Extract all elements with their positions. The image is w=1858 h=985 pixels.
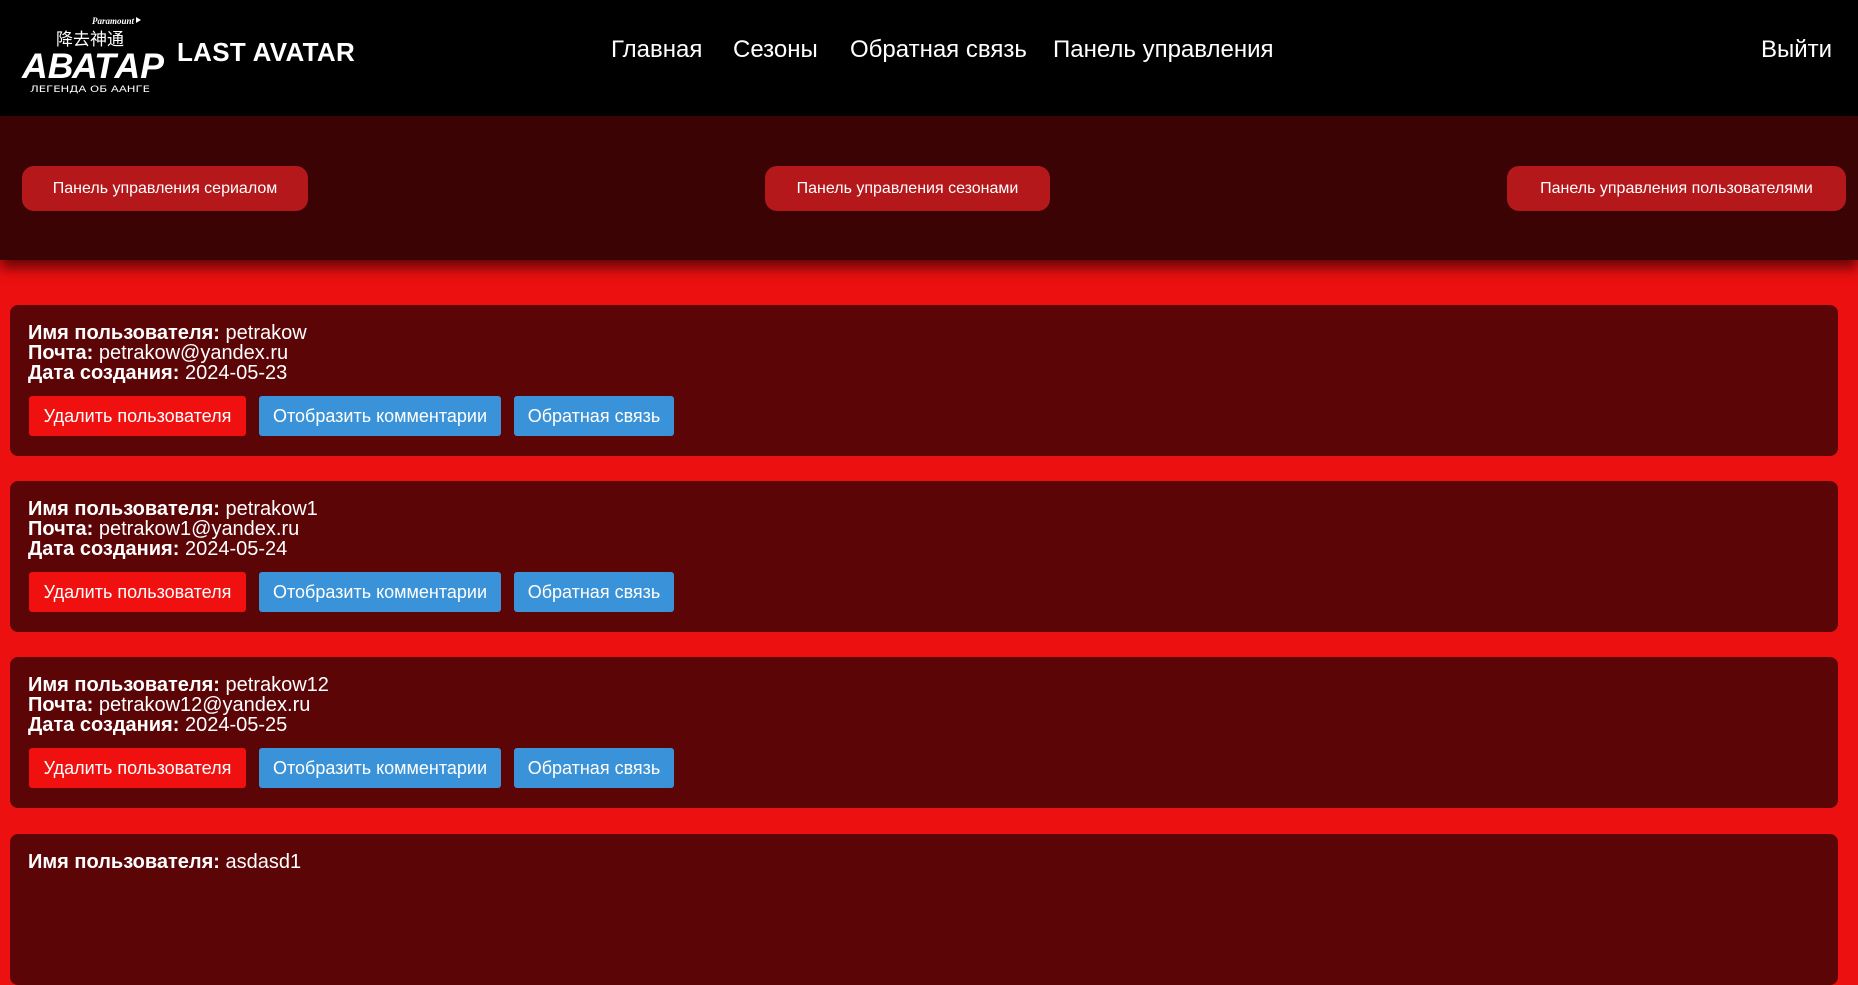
username-value: petrakow (225, 322, 307, 344)
logo-top-text: Paramount (92, 16, 135, 26)
feedback-button[interactable]: Обратная связь (514, 572, 674, 612)
created-row: Дата создания: 2024-05-24 (28, 538, 287, 561)
feedback-button[interactable]: Обратная связь (514, 748, 674, 788)
nav-control-panel[interactable]: Панель управления (1053, 36, 1273, 64)
nav-seasons[interactable]: Сезоны (733, 36, 818, 64)
delete-user-button[interactable]: Удалить пользователя (29, 396, 246, 436)
show-comments-button[interactable]: Отобразить комментарии (259, 572, 501, 612)
username-label: Имя пользователя: (28, 322, 220, 344)
username-value: asdasd1 (225, 851, 302, 873)
username-value: petrakow1 (225, 498, 318, 520)
logout-link[interactable]: Выйти (1761, 36, 1832, 64)
email-value: petrakow12@yandex.ru (98, 694, 311, 716)
seasons-panel-button[interactable]: Панель управления сезонами (765, 166, 1050, 211)
user-card: Имя пользователя: asdasd1 (10, 834, 1838, 985)
user-card: Имя пользователя: petrakow12 Почта: petr… (10, 657, 1838, 808)
username-label: Имя пользователя: (28, 498, 220, 520)
nav-feedback[interactable]: Обратная связь (850, 36, 1027, 64)
nav-home[interactable]: Главная (611, 36, 702, 64)
created-value: 2024-05-23 (184, 362, 288, 384)
avatar-logo[interactable]: Paramount 降去神通 АВАТАР ЛЕГЕНДА ОБ ААНГЕ (20, 12, 168, 96)
email-value: petrakow@yandex.ru (98, 342, 289, 364)
users-panel-button[interactable]: Панель управления пользователями (1507, 166, 1846, 211)
created-row: Дата создания: 2024-05-23 (28, 362, 287, 385)
user-card: Имя пользователя: petrakow1 Почта: petra… (10, 481, 1838, 632)
email-label: Почта: (28, 342, 94, 364)
username-value: petrakow12 (225, 674, 329, 696)
logo-sub-text: ЛЕГЕНДА ОБ ААНГЕ (30, 85, 150, 95)
site-header: Paramount 降去神通 АВАТАР ЛЕГЕНДА ОБ ААНГЕ L… (0, 0, 1858, 116)
created-value: 2024-05-25 (184, 714, 288, 736)
username-label: Имя пользователя: (28, 674, 220, 696)
created-label: Дата создания: (28, 538, 180, 560)
series-panel-button[interactable]: Панель управления сериалом (22, 166, 308, 211)
user-card: Имя пользователя: petrakow Почта: petrak… (10, 305, 1838, 456)
logo-play-icon (136, 17, 141, 23)
created-label: Дата создания: (28, 714, 180, 736)
show-comments-button[interactable]: Отобразить комментарии (259, 396, 501, 436)
created-label: Дата создания: (28, 362, 180, 384)
email-label: Почта: (28, 518, 94, 540)
feedback-button[interactable]: Обратная связь (514, 396, 674, 436)
delete-user-button[interactable]: Удалить пользователя (29, 748, 246, 788)
brand-name[interactable]: LAST AVATAR (177, 37, 355, 68)
show-comments-button[interactable]: Отобразить комментарии (259, 748, 501, 788)
username-label: Имя пользователя: (28, 851, 220, 873)
delete-user-button[interactable]: Удалить пользователя (29, 572, 246, 612)
username-row: Имя пользователя: asdasd1 (28, 851, 301, 874)
created-value: 2024-05-24 (184, 538, 288, 560)
email-label: Почта: (28, 694, 94, 716)
admin-panel-bar: Панель управления сериалом Панель управл… (0, 116, 1858, 260)
logo-main-text: АВАТАР (21, 47, 165, 86)
created-row: Дата создания: 2024-05-25 (28, 714, 287, 737)
email-value: petrakow1@yandex.ru (98, 518, 300, 540)
